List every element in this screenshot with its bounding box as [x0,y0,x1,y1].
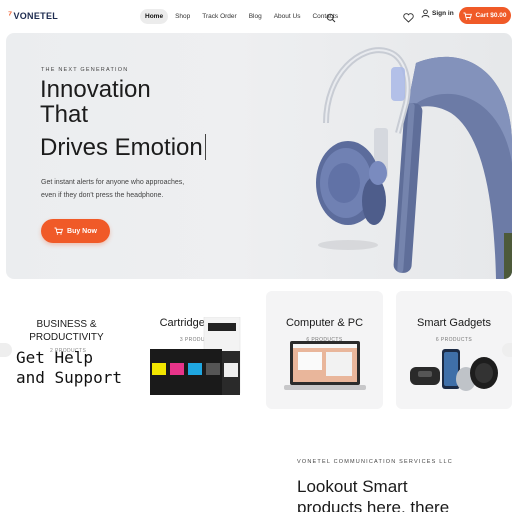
cart-icon [463,12,473,20]
category-carousel: BUSINESS & PRODUCTIVITY 2 PRODUCTS Get H… [0,291,512,411]
logo-text: VONETEL [13,10,59,21]
nav-item-blog[interactable]: Blog [244,9,267,24]
hero-eyebrow: THE NEXT GENERATION [41,67,129,73]
category-count: 6 PRODUCTS [435,337,473,343]
category-card-gadgets[interactable]: Smart Gadgets 6 PRODUCTS [396,291,512,409]
category-card-cartridge[interactable]: Cartridge World 3 PRODUCTS [134,291,262,409]
category-card-business[interactable]: BUSINESS & PRODUCTIVITY 2 PRODUCTS Get H… [0,291,132,409]
cart-label: Cart $0.00 [475,12,507,19]
chevron-right-icon[interactable] [502,343,512,357]
nav-item-shop[interactable]: Shop [170,9,195,24]
nav-item-track-order[interactable]: Track Order [197,9,241,24]
signin-link[interactable]: Sign in [421,9,454,18]
cart-button[interactable]: Cart $0.00 [459,7,511,24]
promo-title: Lookout Smart products here, there [297,476,497,512]
buy-now-label: Buy Now [67,227,97,235]
category-title-computer: Computer & PC [285,317,364,329]
brand-logo[interactable]: ⁷ VONETEL [8,10,58,21]
logo-mark-icon: ⁷ [8,10,13,21]
headphones-image [316,47,512,279]
category-title-business: BUSINESS & PRODUCTIVITY [14,318,119,344]
hero-subtext: Get instant alerts for anyone who approa… [41,176,211,202]
promo-title-line2: products here, there [297,498,450,512]
cart-icon [54,227,64,235]
help-overlay-line2: and Support [16,368,122,387]
heart-icon[interactable] [403,10,414,23]
signin-label: Sign in [432,10,454,17]
hero-banner: THE NEXT GENERATION Innovation That Driv… [6,33,512,279]
company-eyebrow: VONETEL COMMUNICATION SERVICES LLC [297,459,453,465]
hero-subtext-line1: Get instant alerts for anyone who approa… [41,179,185,186]
category-title-gadgets: Smart Gadgets [417,317,491,329]
hero-headline: Innovation That Drives Emotion [40,77,206,160]
category-title-line1: BUSINESS & [36,319,97,330]
gadgets-product-image [410,349,498,391]
nav-item-home[interactable]: Home [140,8,169,24]
main-nav: Home Shop Track Order Blog About Us Cont… [140,6,345,26]
user-icon [421,9,430,18]
nav-item-about-us[interactable]: About Us [269,9,306,24]
buy-now-button[interactable]: Buy Now [41,219,110,243]
typing-cursor [204,134,206,160]
cartridge-product-image [150,317,241,395]
help-overlay-line1: Get Help [16,348,94,367]
search-icon[interactable] [326,10,336,23]
hero-headline-line2: That [40,101,89,128]
promo-title-line1: Lookout Smart [297,477,408,496]
category-card-computer[interactable]: Computer & PC 6 PRODUCTS [266,291,383,409]
category-title-line2: PRODUCTIVITY [29,332,104,343]
laptop-product-image [284,341,366,390]
hero-headline-line1: Innovation [40,76,151,103]
help-support-overlay: Get Help and Support [16,348,122,388]
hero-subtext-line2: even if they don't press the headphone. [41,192,164,199]
hero-headline-line3: Drives Emotion [40,134,203,161]
site-header: ⁷ VONETEL Home Shop Track Order Blog Abo… [0,0,512,32]
